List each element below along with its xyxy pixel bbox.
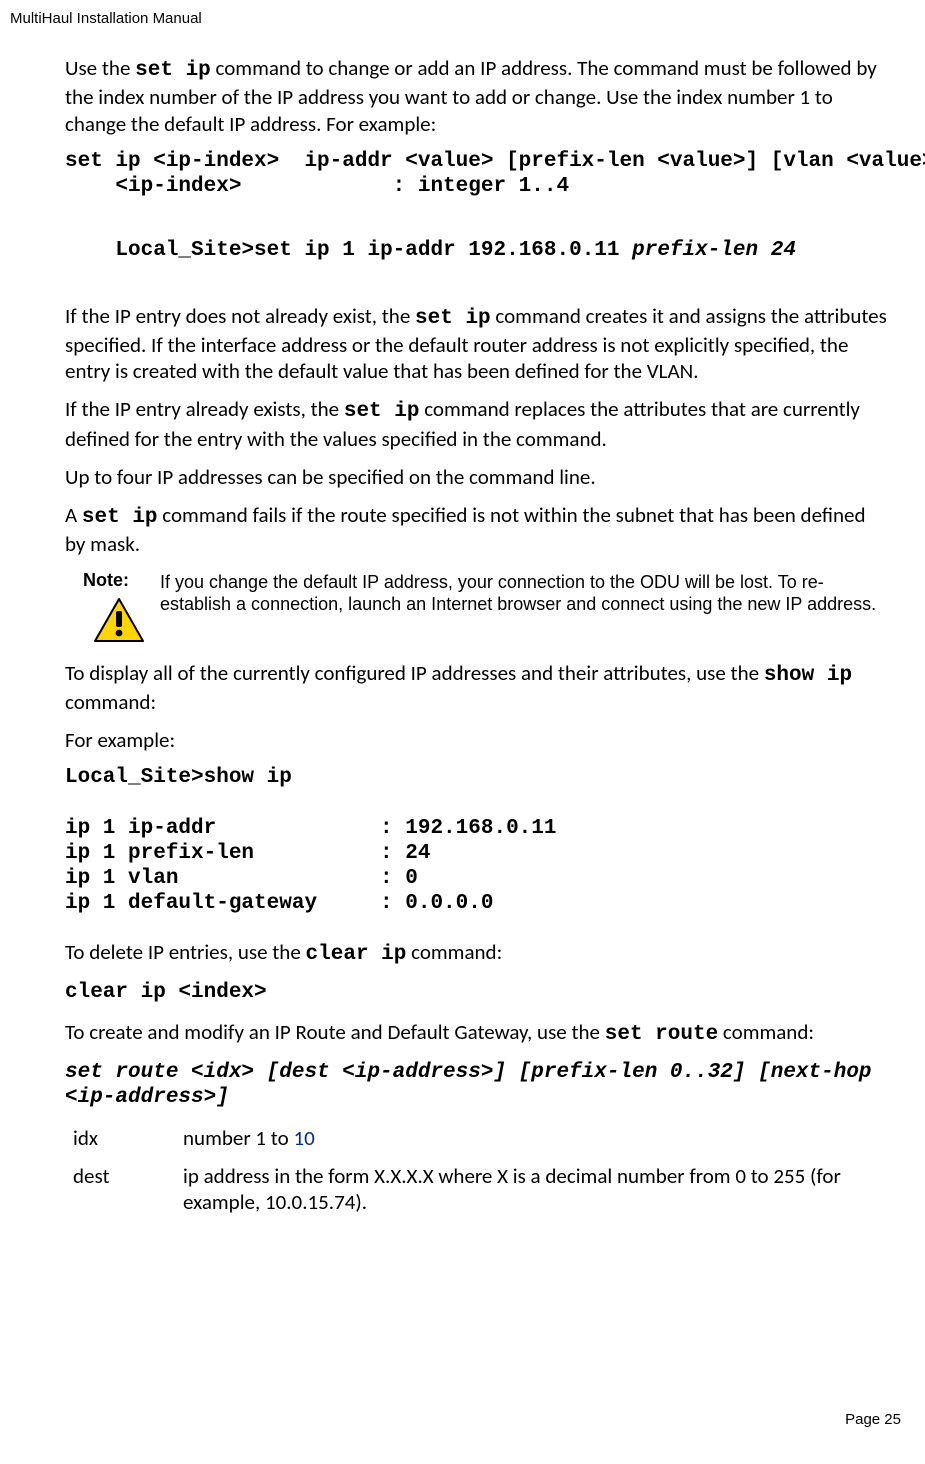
definition-row-dest: dest ip address in the form X.X.X.X wher… (65, 1163, 890, 1216)
paragraph: A set ip command fails if the route spec… (65, 502, 890, 558)
code-block-setip-example: Local_Site>set ip 1 ip-addr 192.168.0.11… (65, 213, 890, 289)
code-text: Local_Site>set ip 1 ip-addr 192.168.0.11 (115, 239, 632, 262)
inline-code: clear ip (306, 943, 407, 966)
paragraph: To create and modify an IP Route and Def… (65, 1019, 890, 1048)
paragraph: For example: (65, 727, 890, 753)
text: To display all of the currently configur… (65, 660, 764, 686)
paragraph-intro: Use the set ip command to change or add … (65, 55, 890, 137)
text: command: (406, 939, 502, 965)
paragraph: To display all of the currently configur… (65, 660, 890, 716)
definition-row-idx: idx number 1 to 10 (65, 1125, 890, 1151)
text: Use the (65, 55, 135, 81)
paragraph: If the IP entry does not already exist, … (65, 303, 890, 385)
inline-code: set route (605, 1023, 718, 1046)
code-text-italic: prefix-len 24 (632, 239, 796, 262)
text-highlight: 10 (293, 1125, 314, 1151)
text: A (65, 502, 82, 528)
page-footer: Page 25 (845, 1411, 901, 1428)
code-block-setroute: set route <idx> [dest <ip-address>] [pre… (65, 1060, 890, 1110)
text: number 1 to (183, 1125, 293, 1151)
note-body: If you change the default IP address, yo… (160, 570, 890, 616)
text: command: (718, 1019, 814, 1045)
inline-code: set ip (415, 307, 491, 330)
text: If the IP entry already exists, the (65, 396, 344, 422)
text: To delete IP entries, use the (65, 939, 306, 965)
definition-term: idx (65, 1125, 183, 1151)
paragraph: To delete IP entries, use the clear ip c… (65, 939, 890, 968)
paragraph: If the IP entry already exists, the set … (65, 396, 890, 452)
code-block-setip-syntax: set ip <ip-index> ip-addr <value> [prefi… (65, 149, 890, 199)
text: command fails if the route specified is … (65, 502, 865, 557)
warning-icon (93, 597, 145, 643)
text: To create and modify an IP Route and Def… (65, 1019, 605, 1045)
note-block: Note: If you change the default IP addre… (65, 570, 890, 648)
running-header: MultiHaul Installation Manual (10, 10, 890, 27)
inline-code: set ip (82, 506, 158, 529)
definition-body: ip address in the form X.X.X.X where X i… (183, 1163, 890, 1216)
definition-term: dest (65, 1163, 183, 1216)
note-label: Note: (65, 570, 160, 591)
inline-code: set ip (135, 59, 211, 82)
note-left-col: Note: (65, 570, 160, 648)
code-block-showip: Local_Site>show ip ip 1 ip-addr : 192.16… (65, 765, 890, 916)
text: If the IP entry does not already exist, … (65, 303, 415, 329)
paragraph: Up to four IP addresses can be specified… (65, 464, 890, 490)
inline-code: set ip (344, 400, 420, 423)
definition-body: number 1 to 10 (183, 1125, 890, 1151)
inline-code: show ip (764, 664, 852, 687)
code-block-clearip: clear ip <index> (65, 980, 890, 1005)
text: command: (65, 689, 156, 715)
